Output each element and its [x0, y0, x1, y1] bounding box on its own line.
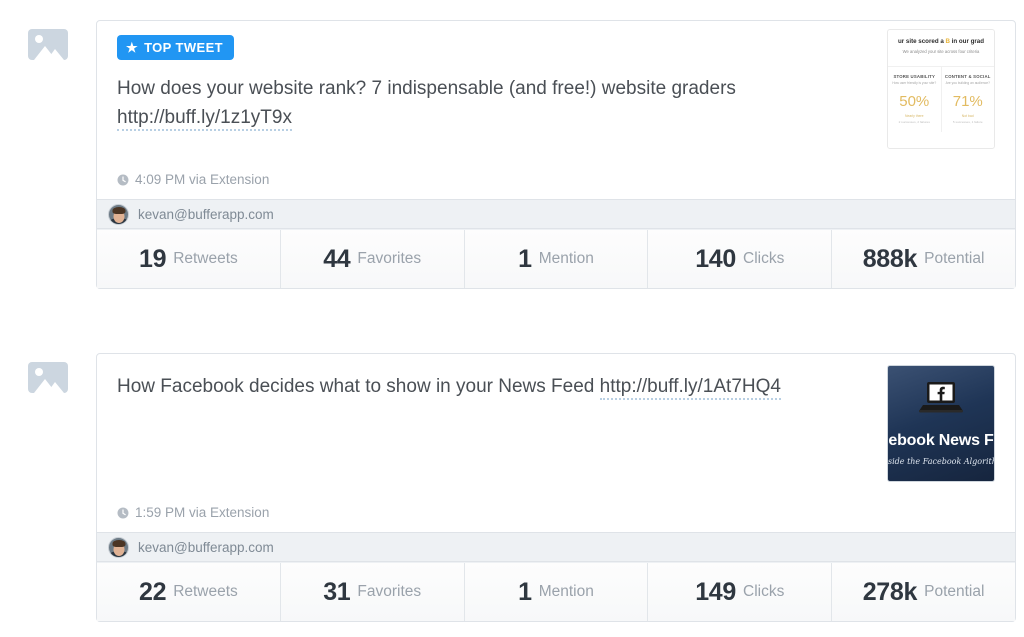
thumbnail-title: ur site scored a B in our grad: [893, 38, 989, 46]
stat-value: 278k: [862, 577, 918, 606]
stat-label: Mention: [538, 583, 594, 600]
image-placeholder-box: [28, 362, 68, 393]
tweet-link[interactable]: http://buff.ly/1z1yT9x: [117, 107, 292, 131]
stat-value: 31: [323, 577, 351, 606]
thumbnail-column-heading: STORE USABILITY: [893, 73, 936, 79]
tweet-timestamp: 4:09 PM via Extension: [135, 172, 270, 187]
stat-label: Mention: [538, 250, 594, 267]
tweet-text: How Facebook decides what to show in you…: [117, 368, 862, 401]
thumbnail-columns: STORE USABILITY How user friendly is you…: [888, 65, 995, 132]
thumbnail-column-note: 2 successes, 2 failures: [898, 119, 930, 124]
stat-value: 19: [138, 244, 167, 273]
laptop-facebook-icon: [918, 380, 964, 423]
tweet-timestamp: 1:59 PM via Extension: [135, 505, 270, 520]
thumbnail-title-prefix: ur site scored a: [898, 38, 946, 45]
stat-mentions: 1 Mention: [464, 563, 649, 621]
thumbnail-column-subheading: Are you building an audience?: [945, 80, 990, 85]
star-icon: ★: [126, 39, 139, 55]
thumbnail-column-percent: 71%: [952, 92, 983, 110]
thumbnail-subtitle: We analyzed your site across four criter…: [902, 48, 980, 54]
placeholder-sun: [35, 368, 43, 376]
thumbnail-column-note: 5 successes, 1 failure: [952, 119, 983, 124]
author-email: kevan@bufferapp.com: [138, 539, 274, 555]
tweet-stats: 22 Retweets 31 Favorites 1 Mention 149 C…: [97, 562, 1015, 621]
avatar-hair: [112, 540, 125, 547]
tweet-card[interactable]: How Facebook decides what to show in you…: [96, 353, 1016, 622]
clock-icon: [117, 174, 129, 186]
tweet-meta: 4:09 PM via Extension: [117, 172, 269, 187]
stat-value: 149: [695, 577, 737, 606]
tweet-card[interactable]: ★ TOP TWEET How does your website rank? …: [96, 20, 1016, 289]
thumbnail-title: ebook News F: [888, 432, 994, 449]
stat-label: Favorites: [357, 583, 422, 600]
stat-clicks: 140 Clicks: [648, 230, 833, 288]
image-placeholder-icon: [28, 362, 68, 398]
stat-favorites: 44 Favorites: [280, 230, 465, 288]
tweet-analytics-page: ★ TOP TWEET How does your website rank? …: [0, 0, 1024, 637]
stat-label: Favorites: [357, 250, 422, 267]
stat-value: 140: [695, 244, 737, 273]
placeholder-mountain-small: [47, 382, 64, 393]
stat-value: 888k: [862, 244, 918, 273]
tweet-thumbnail[interactable]: ebook News F side the Facebook Algorithm: [887, 365, 995, 482]
thumbnail-column: CONTENT & SOCIAL Are you building an aud…: [940, 66, 995, 132]
thumbnail-column: STORE USABILITY How user friendly is you…: [888, 67, 941, 132]
tweet-meta: 1:59 PM via Extension: [117, 505, 269, 520]
thumbnail-script: side the Facebook Algorithm: [888, 457, 995, 466]
top-tweet-badge: ★ TOP TWEET: [117, 35, 235, 60]
stat-retweets: 22 Retweets: [97, 563, 281, 621]
avatar: [108, 203, 129, 225]
stat-retweets: 19 Retweets: [97, 230, 281, 288]
tweet-body: How does your website rank? 7 indispensa…: [117, 78, 736, 99]
tweet-thumbnail[interactable]: ur site scored a B in our grad We analyz…: [887, 29, 995, 149]
stat-label: Clicks: [743, 250, 785, 267]
tweet-author-bar: kevan@bufferapp.com: [97, 532, 1015, 562]
thumbnail-column-heading: CONTENT & SOCIAL: [944, 73, 991, 79]
image-placeholder-box: [28, 29, 68, 60]
stat-label: Retweets: [173, 583, 238, 600]
image-placeholder-icon: [28, 29, 68, 65]
stat-value: 44: [323, 244, 351, 273]
thumbnail-title-suffix: in our grad: [949, 38, 984, 45]
stat-label: Clicks: [743, 583, 785, 600]
top-tweet-badge-label: TOP TWEET: [144, 40, 224, 55]
stat-value: 1: [518, 577, 532, 606]
stat-potential: 278k Potential: [832, 563, 1015, 621]
tweet-stats: 19 Retweets 44 Favorites 1 Mention 140 C…: [97, 229, 1015, 288]
stat-value: 22: [138, 577, 167, 606]
stat-label: Retweets: [173, 250, 238, 267]
thumbnail-column-percent: 50%: [899, 92, 930, 110]
thumbnail-content: ebook News F side the Facebook Algorithm: [888, 366, 994, 481]
placeholder-mountain-small: [47, 49, 64, 60]
tweet-text: How does your website rank? 7 indispensa…: [117, 74, 817, 132]
stat-label: Potential: [924, 583, 985, 600]
placeholder-sun: [35, 35, 43, 43]
tweet-link[interactable]: http://buff.ly/1At7HQ4: [599, 376, 781, 400]
stat-potential: 888k Potential: [832, 230, 1015, 288]
stat-mentions: 1 Mention: [464, 230, 649, 288]
thumbnail-column-label: Not bad: [961, 113, 974, 118]
stat-clicks: 149 Clicks: [648, 563, 833, 621]
thumbnail-header: ur site scored a B in our grad We analyz…: [888, 30, 994, 59]
avatar-hair: [112, 207, 125, 214]
clock-icon: [117, 507, 129, 519]
stat-favorites: 31 Favorites: [280, 563, 465, 621]
avatar: [108, 536, 129, 558]
thumbnail-column-subheading: How user friendly is your site?: [892, 80, 937, 85]
tweet-card-body: How Facebook decides what to show in you…: [97, 354, 1015, 532]
stat-value: 1: [518, 244, 532, 273]
thumbnail-column-label: Nearly there: [905, 113, 924, 118]
tweet-card-body: ★ TOP TWEET How does your website rank? …: [97, 21, 1015, 199]
tweet-body: How Facebook decides what to show in you…: [117, 376, 600, 397]
stat-label: Potential: [924, 250, 985, 267]
author-email: kevan@bufferapp.com: [138, 206, 274, 222]
tweet-author-bar: kevan@bufferapp.com: [97, 199, 1015, 229]
